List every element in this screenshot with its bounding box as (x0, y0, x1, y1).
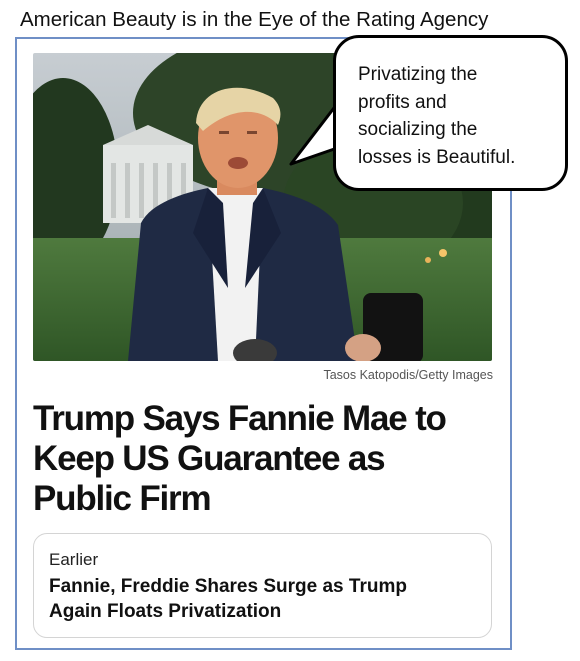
related-label: Earlier (49, 550, 99, 569)
related-article-title[interactable]: Fannie, Freddie Shares Surge as Trump Ag… (49, 574, 469, 624)
related-title-line: Fannie, Freddie Shares Surge as Trump (49, 576, 407, 597)
related-title-line: Again Floats Privatization (49, 601, 282, 622)
headline-line: Keep US Guarantee as (33, 439, 386, 478)
article-headline[interactable]: Trump Says Fannie Mae to Keep US Guarant… (33, 399, 493, 519)
related-article-card[interactable]: Earlier Fannie, Freddie Shares Surge as … (33, 533, 492, 638)
headline-line: Public Firm (33, 479, 212, 518)
bubble-line: losses is Beautiful. (358, 146, 516, 168)
top-caption: American Beauty is in the Eye of the Rat… (20, 8, 489, 31)
speech-bubble-text: Privatizing the profits and socializing … (358, 61, 558, 171)
speech-bubble: Privatizing the profits and socializing … (333, 35, 568, 191)
bubble-line: Privatizing the (358, 64, 478, 85)
headline-line: Trump Says Fannie Mae to (33, 399, 447, 438)
bubble-line: socializing the (358, 119, 478, 140)
bubble-line: profits and (358, 91, 447, 113)
photo-credit: Tasos Katopodis/Getty Images (323, 368, 493, 382)
